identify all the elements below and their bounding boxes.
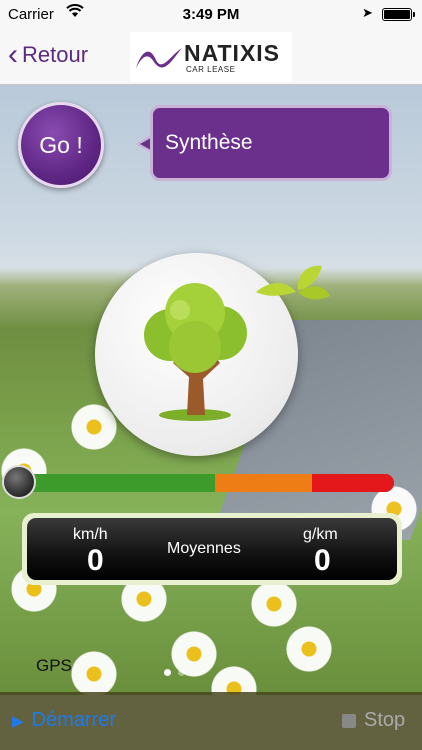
play-icon: ▶: [12, 712, 24, 730]
averages-label: Moyennes: [167, 540, 241, 557]
gauge-green-zone: [20, 474, 215, 492]
stop-button[interactable]: Stop: [342, 709, 405, 732]
logo-brand: NATIXIS: [184, 40, 281, 66]
synthese-bubble-tail: [136, 135, 151, 153]
page-dot: [178, 669, 185, 676]
bottom-toolbar: ▶ Démarrer Stop: [0, 692, 422, 750]
stop-icon: [342, 713, 356, 728]
speed-unit-label: km/h: [73, 526, 108, 543]
status-time: 3:49 PM: [182, 6, 240, 23]
logo-sub: CAR LEASE: [186, 65, 236, 74]
natixis-logo: NATIXIS CAR LEASE: [130, 32, 292, 82]
chevron-left-icon: ‹: [8, 38, 18, 71]
status-bar: Carrier 3:49 PM ➤: [0, 0, 422, 30]
gauge-knob: [2, 465, 36, 499]
speed-value: 0: [87, 544, 104, 577]
co2-unit-label: g/km: [303, 526, 338, 543]
back-label: Retour: [22, 42, 89, 67]
location-arrow-icon: ➤: [362, 5, 373, 20]
page-indicator[interactable]: [164, 663, 192, 681]
start-label: Démarrer: [31, 709, 116, 731]
tree-icon: [144, 283, 247, 421]
gauge-orange-zone: [215, 474, 312, 492]
natixis-swoosh-icon: [136, 48, 182, 68]
stats-panel: km/h 0 Moyennes g/km 0: [22, 513, 402, 585]
synthese-button[interactable]: Synthèse: [150, 105, 392, 181]
go-button[interactable]: Go !: [18, 102, 104, 188]
navigation-bar: ‹ Retour NATIXIS CAR LEASE: [0, 30, 422, 85]
gauge-red-zone: [312, 474, 394, 492]
daisy-flower: [250, 580, 298, 628]
gps-label: GPS: [36, 656, 72, 675]
leaf-sprout-icon: [256, 265, 330, 300]
eco-gauge: [2, 465, 400, 502]
daisy-flower: [285, 625, 333, 673]
gauge-track: [20, 474, 394, 492]
page-dot-active: [164, 669, 171, 676]
synthese-label: Synthèse: [165, 131, 253, 154]
co2-value: 0: [314, 544, 331, 577]
battery-icon: [382, 8, 415, 21]
stop-label: Stop: [364, 709, 406, 731]
stats-display: km/h 0 Moyennes g/km 0: [27, 518, 397, 580]
start-button[interactable]: ▶ Démarrer: [12, 709, 116, 732]
daisy-flower: [210, 665, 258, 695]
back-button[interactable]: ‹ Retour: [8, 40, 88, 70]
daisy-flower: [70, 650, 118, 695]
